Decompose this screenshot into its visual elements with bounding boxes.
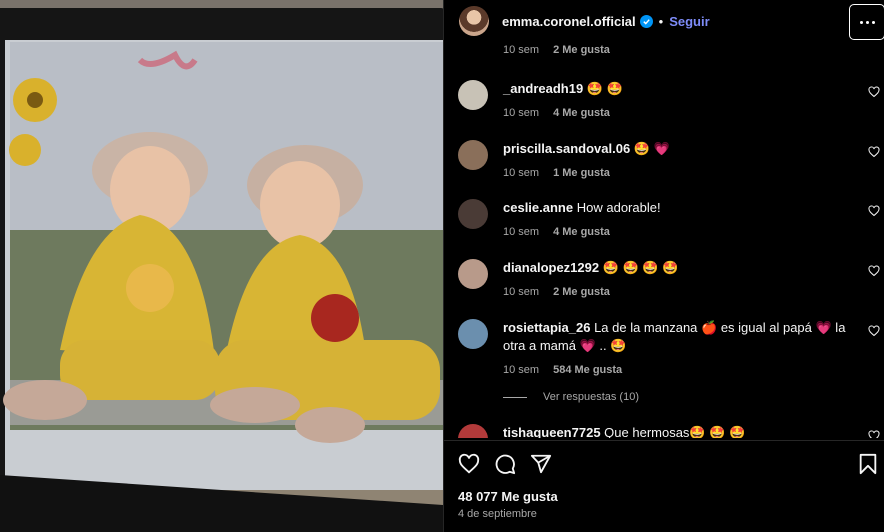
caption-meta: 10 sem 2 Me gusta (503, 44, 610, 56)
more-options-icon[interactable] (849, 4, 884, 40)
comment-time: 10 sem (503, 167, 540, 179)
verified-badge-icon (639, 14, 653, 28)
comment-likes[interactable]: 1 Me gusta (553, 167, 610, 179)
heart-icon[interactable] (868, 86, 880, 98)
heart-icon[interactable] (868, 325, 880, 337)
share-icon[interactable] (530, 453, 552, 475)
heart-icon[interactable] (868, 430, 880, 438)
commenter-avatar[interactable] (458, 199, 488, 229)
comment-time: 10 sem (503, 364, 540, 376)
comment-username[interactable]: dianalopez1292 (503, 260, 599, 275)
post-actions: 48 077 Me gusta 4 de septiembre (444, 440, 884, 532)
view-replies-label[interactable]: Ver respuestas (10) (543, 391, 639, 403)
comment-text: Que hermosas🤩 🤩 🤩 (604, 425, 746, 438)
commenter-avatar[interactable] (458, 80, 488, 110)
caption-likes[interactable]: 2 Me gusta (553, 44, 610, 56)
commenter-avatar[interactable] (458, 319, 488, 349)
photo-illustration (0, 0, 443, 532)
comment-likes[interactable]: 584 Me gusta (553, 364, 622, 376)
heart-icon[interactable] (868, 205, 880, 217)
post-photo (0, 0, 443, 532)
author-avatar[interactable] (459, 6, 489, 36)
comment-username[interactable]: rosiettapia_26 (503, 320, 590, 335)
comment-likes[interactable]: 4 Me gusta (553, 107, 610, 119)
comment-username[interactable]: priscilla.sandoval.06 (503, 141, 630, 156)
comment-likes[interactable]: 2 Me gusta (553, 286, 610, 298)
comment-list[interactable]: 10 sem 2 Me gusta _andreadh19 🤩 🤩 10 sem 4… (444, 42, 884, 438)
commenter-avatar[interactable] (458, 424, 488, 438)
view-replies-button[interactable]: Ver respuestas (10) (503, 391, 639, 403)
comment-time: 10 sem (503, 107, 540, 119)
heart-icon[interactable] (868, 146, 880, 158)
post-date[interactable]: 4 de septiembre (458, 508, 537, 520)
comment-time: 10 sem (503, 226, 540, 238)
heart-icon[interactable] (868, 265, 880, 277)
header-separator: • (658, 13, 664, 29)
comment-icon[interactable] (494, 453, 516, 475)
author-username[interactable]: emma.coronel.official (502, 14, 636, 29)
like-heart-icon[interactable] (458, 453, 480, 475)
comment-time: 10 sem (503, 286, 540, 298)
comments-panel: emma.coronel.official • Seguir 10 sem 2 M… (443, 0, 884, 532)
commenter-avatar[interactable] (458, 140, 488, 170)
bookmark-icon[interactable] (858, 453, 878, 475)
comment-text: 🤩 🤩 (586, 81, 623, 96)
post-header: emma.coronel.official • Seguir (444, 0, 884, 42)
replies-line (503, 396, 527, 398)
commenter-avatar[interactable] (458, 259, 488, 289)
comment-username[interactable]: ceslie.anne (503, 200, 573, 215)
comment-text: 🤩 💗 (633, 141, 670, 156)
caption-time: 10 sem (503, 44, 540, 56)
comment-likes[interactable]: 4 Me gusta (553, 226, 610, 238)
comment-text: How adorable! (576, 200, 661, 215)
comment-text: 🤩 🤩 🤩 🤩 (602, 260, 679, 275)
comment-username[interactable]: _andreadh19 (503, 81, 583, 96)
comment-username[interactable]: tishaqueen7725 (503, 425, 601, 438)
follow-button[interactable]: Seguir (669, 14, 709, 29)
likes-count[interactable]: 48 077 Me gusta (458, 489, 558, 504)
